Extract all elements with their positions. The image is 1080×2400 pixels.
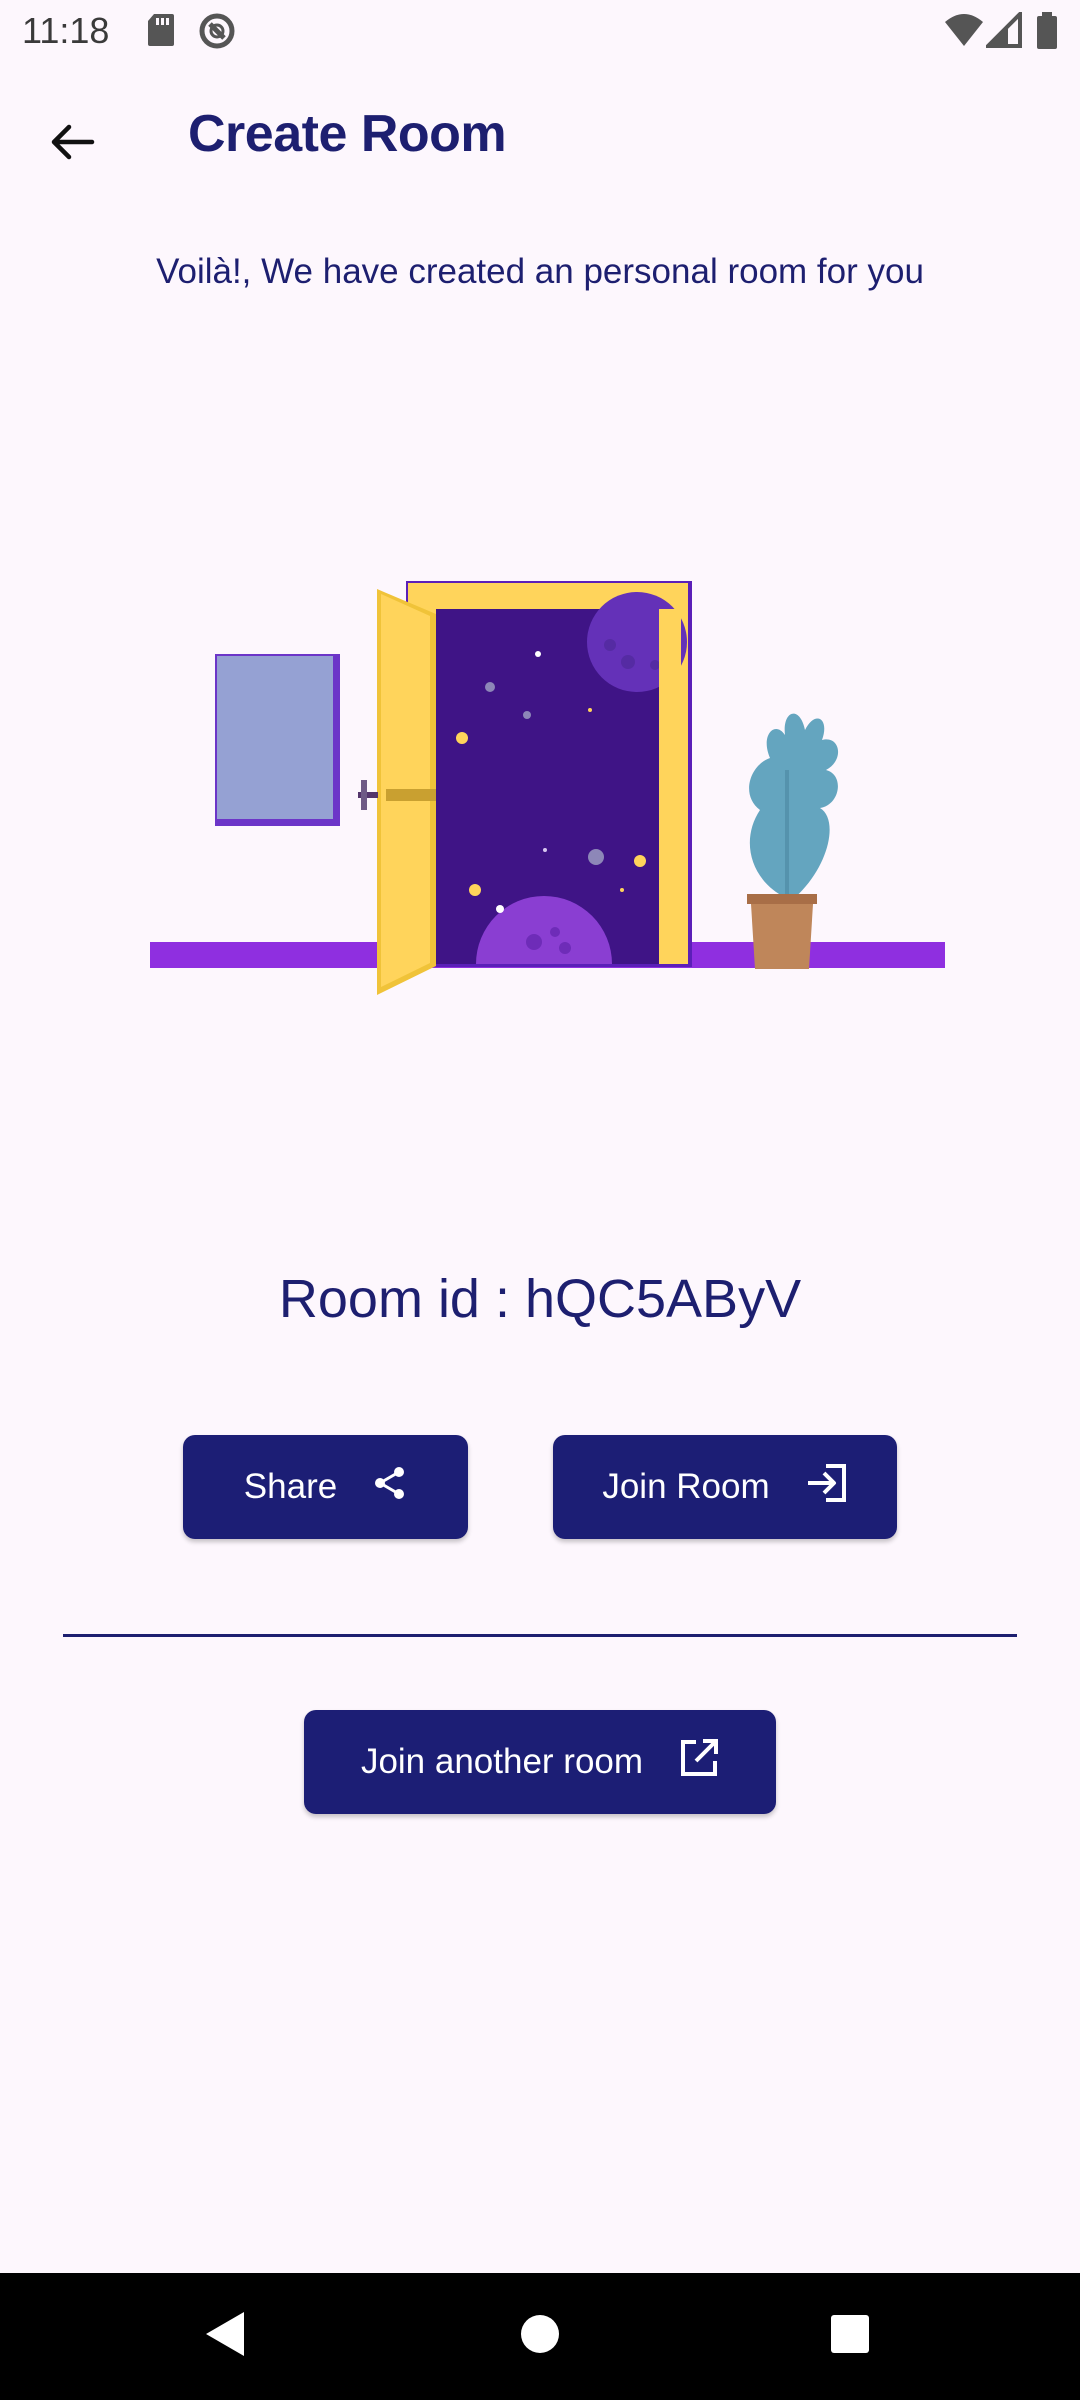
- nav-back-button[interactable]: [180, 2291, 270, 2381]
- join-room-button[interactable]: Join Room: [553, 1435, 897, 1539]
- app-bar: Create Room: [0, 64, 1080, 212]
- room-id-label: Room id : hQC5AByV: [278, 1269, 802, 1329]
- back-button[interactable]: [30, 102, 114, 186]
- sd-card-icon: [146, 12, 176, 53]
- back-triangle-icon: [202, 2309, 248, 2364]
- recents-square-icon: [829, 2313, 871, 2360]
- share-button[interactable]: Share: [183, 1435, 468, 1539]
- open-in-new-icon: [679, 1738, 719, 1787]
- status-time: 11:18: [22, 10, 110, 51]
- join-another-room-button-label: Join another room: [360, 1742, 644, 1781]
- join-another-room-button[interactable]: Join another room: [304, 1710, 776, 1814]
- share-button-label: Share: [243, 1467, 338, 1506]
- join-room-button-label: Join Room: [602, 1467, 770, 1506]
- create-room-screen: 11:18 Create Room Voilà!, We have create…: [0, 0, 1080, 2400]
- nav-home-button[interactable]: [495, 2291, 585, 2381]
- arrow-back-icon: [49, 119, 95, 170]
- open-door-space-illustration: [150, 581, 945, 995]
- no-disturb-icon: [198, 12, 236, 55]
- login-icon: [806, 1463, 848, 1512]
- status-bar: 11:18: [0, 0, 1080, 64]
- divider: [63, 1634, 1017, 1637]
- wifi-icon: [944, 12, 984, 53]
- nav-recents-button[interactable]: [805, 2291, 895, 2381]
- signal-icon: [983, 9, 1022, 53]
- page-title: Create Room: [188, 105, 507, 163]
- home-circle-icon: [518, 2312, 562, 2361]
- battery-icon: [1036, 12, 1058, 55]
- share-icon: [373, 1466, 407, 1509]
- system-nav-bar: [0, 2273, 1080, 2400]
- subtitle: Voilà!, We have created an personal room…: [156, 252, 924, 291]
